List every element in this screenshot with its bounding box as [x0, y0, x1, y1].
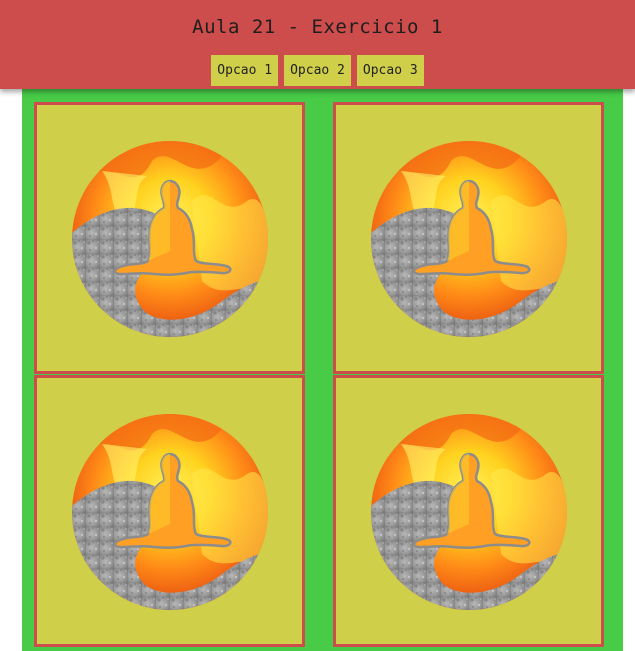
header-bar: Aula 21 - Exercicio 1 Opcao 1 Opcao 2 Op… — [0, 0, 635, 89]
fire-stone-meditation-image — [72, 414, 268, 610]
image-card-4 — [333, 375, 604, 647]
nav-button-opcao-2[interactable]: Opcao 2 — [284, 55, 351, 86]
main-content — [22, 89, 623, 651]
image-card-1 — [34, 102, 305, 374]
nav-menu: Opcao 1 Opcao 2 Opcao 3 — [0, 55, 635, 86]
page-title: Aula 21 - Exercicio 1 — [192, 16, 443, 38]
nav-button-opcao-3[interactable]: Opcao 3 — [356, 55, 424, 86]
fire-stone-meditation-image — [72, 141, 268, 337]
image-card-2 — [333, 102, 604, 374]
fire-stone-meditation-image — [371, 141, 567, 337]
fire-stone-meditation-image — [371, 414, 567, 610]
nav-button-opcao-1[interactable]: Opcao 1 — [211, 55, 279, 86]
image-card-3 — [34, 375, 305, 647]
